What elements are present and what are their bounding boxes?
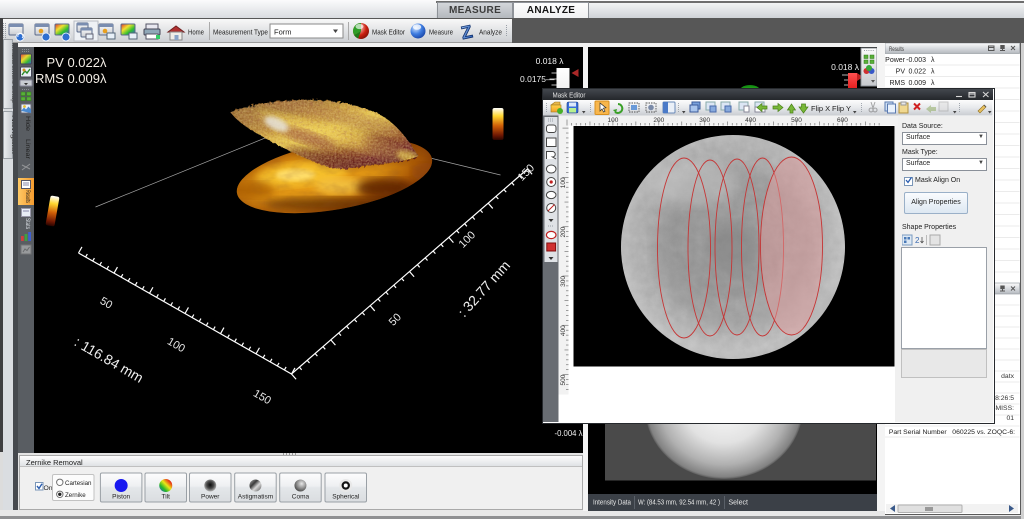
svg-text:Piston: Piston — [112, 494, 130, 501]
svg-text:Intensity Data: Intensity Data — [593, 500, 631, 507]
svg-text:0.018 λ: 0.018 λ — [535, 56, 564, 66]
svg-text:PV: PV — [896, 69, 906, 76]
svg-text:λ: λ — [931, 57, 935, 64]
svg-text:Zernike: Zernike — [65, 492, 86, 499]
svg-text:Analyze: Analyze — [479, 28, 502, 37]
svg-text:50: 50 — [386, 311, 403, 328]
svg-text:Coma: Coma — [292, 494, 310, 501]
svg-text:200: 200 — [560, 226, 567, 237]
svg-text:datx: datx — [1001, 373, 1014, 380]
svg-text:Home: Home — [188, 28, 204, 37]
svg-text:Stats: Stats — [24, 218, 31, 229]
svg-text:λ: λ — [931, 80, 935, 87]
svg-text:Results: Results — [24, 190, 31, 203]
svg-text:Mask Editor: Mask Editor — [372, 28, 405, 37]
svg-text:On: On — [44, 485, 53, 492]
svg-text:Results: Results — [889, 46, 905, 53]
svg-text:Astigmatism: Astigmatism — [238, 494, 273, 501]
svg-text:Navigator: Navigator — [10, 115, 13, 155]
svg-text:500: 500 — [791, 117, 802, 124]
svg-text:Flip X: Flip X — [811, 104, 830, 113]
svg-text:Hide: Hide — [24, 116, 31, 131]
svg-text:Flip Y: Flip Y — [832, 104, 851, 113]
svg-text:500: 500 — [560, 374, 567, 385]
svg-text:RMS 0.009λ: RMS 0.009λ — [34, 71, 106, 86]
svg-text:-0.004 λ: -0.004 λ — [554, 428, 583, 438]
svg-text:0.022: 0.022 — [908, 69, 926, 76]
svg-text:400: 400 — [560, 325, 567, 336]
svg-text:300: 300 — [699, 117, 710, 124]
svg-text:01: 01 — [1006, 415, 1014, 422]
svg-text:Cartesian: Cartesian — [65, 480, 92, 487]
svg-text:100: 100 — [456, 229, 477, 250]
svg-text:100: 100 — [560, 177, 567, 188]
svg-text:300: 300 — [560, 276, 567, 287]
svg-text:Part Serial Number 060225 vs: Part Serial Number 060225 vs. ZOQC-6: — [889, 429, 1015, 436]
svg-text:Spherical: Spherical — [332, 494, 360, 501]
svg-text:Linear: Linear — [24, 139, 31, 160]
svg-text:Power: Power — [201, 494, 220, 501]
svg-text:08:26:5: 08:26:5 — [991, 395, 1014, 402]
svg-text:Form: Form — [274, 28, 292, 37]
svg-text:Select: Select — [729, 500, 749, 507]
svg-text:200: 200 — [653, 117, 664, 124]
svg-text:-0.003: -0.003 — [906, 57, 926, 64]
svg-text:100: 100 — [607, 117, 618, 124]
svg-text:50: 50 — [97, 295, 114, 312]
svg-text:: 32.77 mm: : 32.77 mm — [454, 257, 513, 320]
svg-text:400: 400 — [745, 117, 756, 124]
svg-text:0.009: 0.009 — [908, 80, 926, 87]
svg-text:150: 150 — [251, 388, 273, 408]
svg-text:100: 100 — [165, 336, 187, 356]
svg-text:Measure: Measure — [429, 28, 453, 37]
svg-text:Z: Z — [459, 21, 474, 43]
svg-text:W: (84.53 mm, 92.54 mm, 42 ): W: (84.53 mm, 92.54 mm, 42 ) — [638, 500, 720, 507]
svg-text:Power: Power — [885, 57, 906, 64]
svg-text:Tilt: Tilt — [162, 494, 171, 501]
svg-text:PV 0.022λ: PV 0.022λ — [46, 55, 106, 70]
svg-text:RMS: RMS — [889, 80, 905, 87]
svg-text:Measurement Type: Measurement Type — [213, 28, 268, 37]
svg-text:: 116.84 mm: : 116.84 mm — [71, 334, 145, 386]
svg-text:0.018 λ: 0.018 λ — [831, 62, 860, 72]
svg-text:150: 150 — [515, 162, 536, 183]
svg-text:Measurement Setup: Measurement Setup — [10, 43, 13, 104]
svg-text:600: 600 — [837, 117, 848, 124]
svg-text:λ: λ — [931, 69, 935, 76]
